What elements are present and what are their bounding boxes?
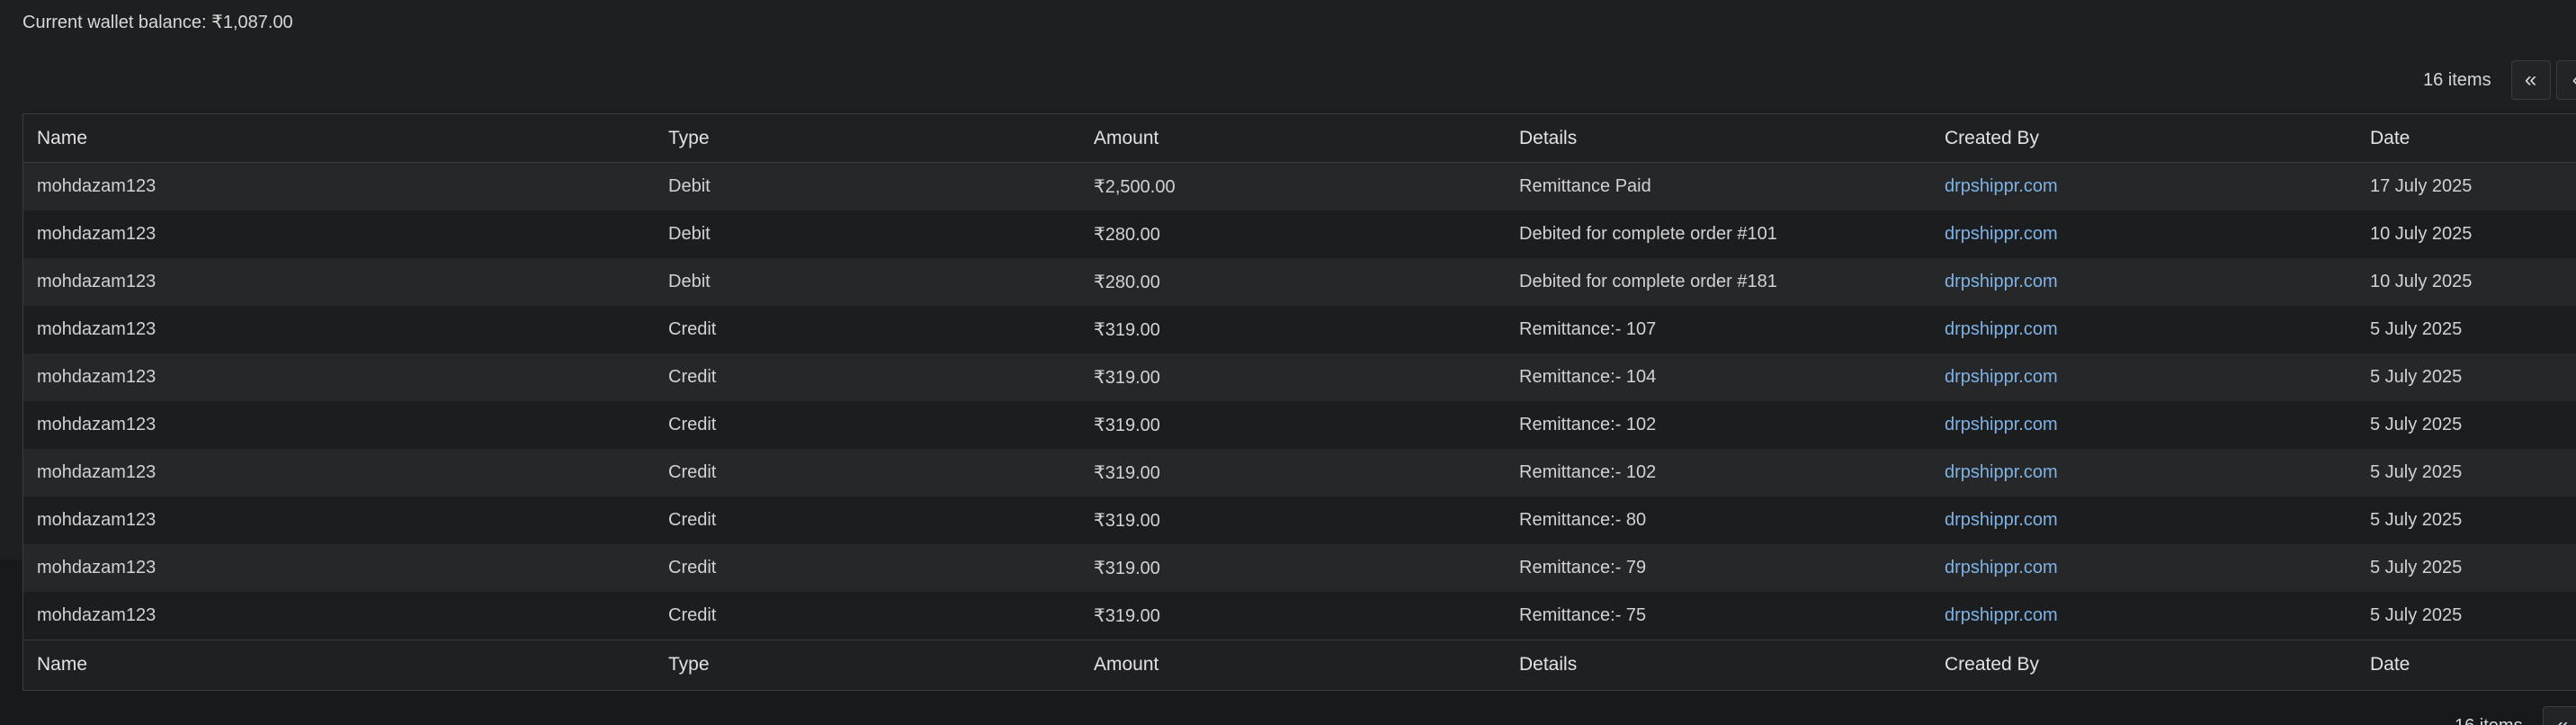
cell-amount: ₹319.00 <box>1080 497 1506 544</box>
table-row: mohdazam123 Credit ₹319.00 Remittance:- … <box>23 354 2576 401</box>
cell-type: Credit <box>655 497 1080 544</box>
column-header-type[interactable]: Type <box>655 114 1080 163</box>
cell-type: Credit <box>655 449 1080 497</box>
wallet-balance-text: Current wallet balance: ₹1,087.00 <box>22 13 293 32</box>
cell-amount: ₹319.00 <box>1080 354 1506 401</box>
footer-header-date: Date <box>2357 640 2576 689</box>
table-row: mohdazam123 Credit ₹319.00 Remittance:- … <box>23 449 2576 497</box>
first-page-button[interactable]: « <box>2510 60 2551 100</box>
column-header-date[interactable]: Date <box>2357 114 2576 163</box>
table-row: mohdazam123 Credit ₹319.00 Remittance:- … <box>23 544 2576 592</box>
cell-created-by-link[interactable]: drpshippr.com <box>1931 306 2357 354</box>
cell-created-by-link[interactable]: drpshippr.com <box>1931 210 2357 258</box>
cell-details: Remittance:- 102 <box>1506 401 1931 449</box>
column-header-name[interactable]: Name <box>23 114 655 163</box>
cell-type: Credit <box>655 401 1080 449</box>
cell-date: 17 July 2025 <box>2357 162 2576 210</box>
cell-date: 5 July 2025 <box>2357 592 2576 640</box>
table-row: mohdazam123 Credit ₹319.00 Remittance:- … <box>23 401 2576 449</box>
cell-name: mohdazam123 <box>23 210 655 258</box>
cell-date: 10 July 2025 <box>2357 258 2576 306</box>
cell-date: 5 July 2025 <box>2357 354 2576 401</box>
cell-details: Remittance:- 102 <box>1506 449 1931 497</box>
cell-details: Remittance:- 107 <box>1506 306 1931 354</box>
cell-amount: ₹280.00 <box>1080 210 1506 258</box>
cell-amount: ₹2,500.00 <box>1080 162 1506 210</box>
cell-created-by-link[interactable]: drpshippr.com <box>1931 544 2357 592</box>
cell-amount: ₹319.00 <box>1080 401 1506 449</box>
cell-details: Debited for complete order #101 <box>1506 210 1931 258</box>
cell-amount: ₹319.00 <box>1080 306 1506 354</box>
cell-name: mohdazam123 <box>23 544 655 592</box>
cell-created-by-link[interactable]: drpshippr.com <box>1931 162 2357 210</box>
items-count: 16 items <box>2423 69 2491 90</box>
top-pagination: 16 items « ‹ <box>2423 59 2576 101</box>
cell-date: 5 July 2025 <box>2357 449 2576 497</box>
table-row: mohdazam123 Debit ₹280.00 Debited for co… <box>23 258 2576 306</box>
cell-name: mohdazam123 <box>23 497 655 544</box>
cell-created-by-link[interactable]: drpshippr.com <box>1931 449 2357 497</box>
cell-type: Debit <box>655 210 1080 258</box>
cell-amount: ₹319.00 <box>1080 592 1506 640</box>
table-row: mohdazam123 Debit ₹280.00 Debited for co… <box>23 210 2576 258</box>
cell-details: Remittance:- 104 <box>1506 354 1931 401</box>
table-footer-row: Name Type Amount Details Created By Date <box>23 640 2576 689</box>
wallet-transactions-page: Current wallet balance: ₹1,087.00 16 ite… <box>0 0 2576 725</box>
column-header-created-by[interactable]: Created By <box>1931 114 2357 163</box>
cell-created-by-link[interactable]: drpshippr.com <box>1931 497 2357 544</box>
transactions-table: Name Type Amount Details Created By Date… <box>23 114 2576 689</box>
cell-created-by-link[interactable]: drpshippr.com <box>1931 354 2357 401</box>
footer-header-amount: Amount <box>1080 640 1506 689</box>
items-count-bottom: 16 items <box>2455 716 2523 725</box>
cell-date: 5 July 2025 <box>2357 306 2576 354</box>
cell-type: Credit <box>655 354 1080 401</box>
cell-details: Remittance:- 75 <box>1506 592 1931 640</box>
cell-date: 5 July 2025 <box>2357 544 2576 592</box>
cell-details: Remittance:- 80 <box>1506 497 1931 544</box>
cell-amount: ₹319.00 <box>1080 544 1506 592</box>
footer-header-details: Details <box>1506 640 1931 689</box>
footer-header-created-by: Created By <box>1931 640 2357 689</box>
cell-date: 10 July 2025 <box>2357 210 2576 258</box>
cell-type: Debit <box>655 162 1080 210</box>
cell-date: 5 July 2025 <box>2357 401 2576 449</box>
table-row: mohdazam123 Credit ₹319.00 Remittance:- … <box>23 592 2576 640</box>
table-row: mohdazam123 Credit ₹319.00 Remittance:- … <box>23 306 2576 354</box>
cell-name: mohdazam123 <box>23 162 655 210</box>
cell-name: mohdazam123 <box>23 306 655 354</box>
footer-header-name: Name <box>23 640 655 689</box>
cell-created-by-link[interactable]: drpshippr.com <box>1931 258 2357 306</box>
cell-amount: ₹319.00 <box>1080 449 1506 497</box>
cell-created-by-link[interactable]: drpshippr.com <box>1931 401 2357 449</box>
cell-name: mohdazam123 <box>23 354 655 401</box>
cell-name: mohdazam123 <box>23 592 655 640</box>
cell-type: Credit <box>655 306 1080 354</box>
transactions-table-container: Name Type Amount Details Created By Date… <box>22 113 2576 691</box>
column-header-amount[interactable]: Amount <box>1080 114 1506 163</box>
cell-name: mohdazam123 <box>23 449 655 497</box>
cell-type: Debit <box>655 258 1080 306</box>
cell-details: Remittance:- 79 <box>1506 544 1931 592</box>
cell-created-by-link[interactable]: drpshippr.com <box>1931 592 2357 640</box>
footer-header-type: Type <box>655 640 1080 689</box>
bottom-pagination: 16 items « <box>2455 705 2576 725</box>
cell-date: 5 July 2025 <box>2357 497 2576 544</box>
cell-amount: ₹280.00 <box>1080 258 1506 306</box>
previous-page-button[interactable]: ‹ <box>2555 60 2576 100</box>
table-header-row: Name Type Amount Details Created By Date <box>23 114 2576 163</box>
cell-name: mohdazam123 <box>23 401 655 449</box>
column-header-details[interactable]: Details <box>1506 114 1931 163</box>
cell-details: Remittance Paid <box>1506 162 1931 210</box>
cell-name: mohdazam123 <box>23 258 655 306</box>
first-page-button-bottom[interactable]: « <box>2542 706 2576 725</box>
table-row: mohdazam123 Debit ₹2,500.00 Remittance P… <box>23 162 2576 210</box>
cell-type: Credit <box>655 544 1080 592</box>
table-row: mohdazam123 Credit ₹319.00 Remittance:- … <box>23 497 2576 544</box>
cell-type: Credit <box>655 592 1080 640</box>
cell-details: Debited for complete order #181 <box>1506 258 1931 306</box>
